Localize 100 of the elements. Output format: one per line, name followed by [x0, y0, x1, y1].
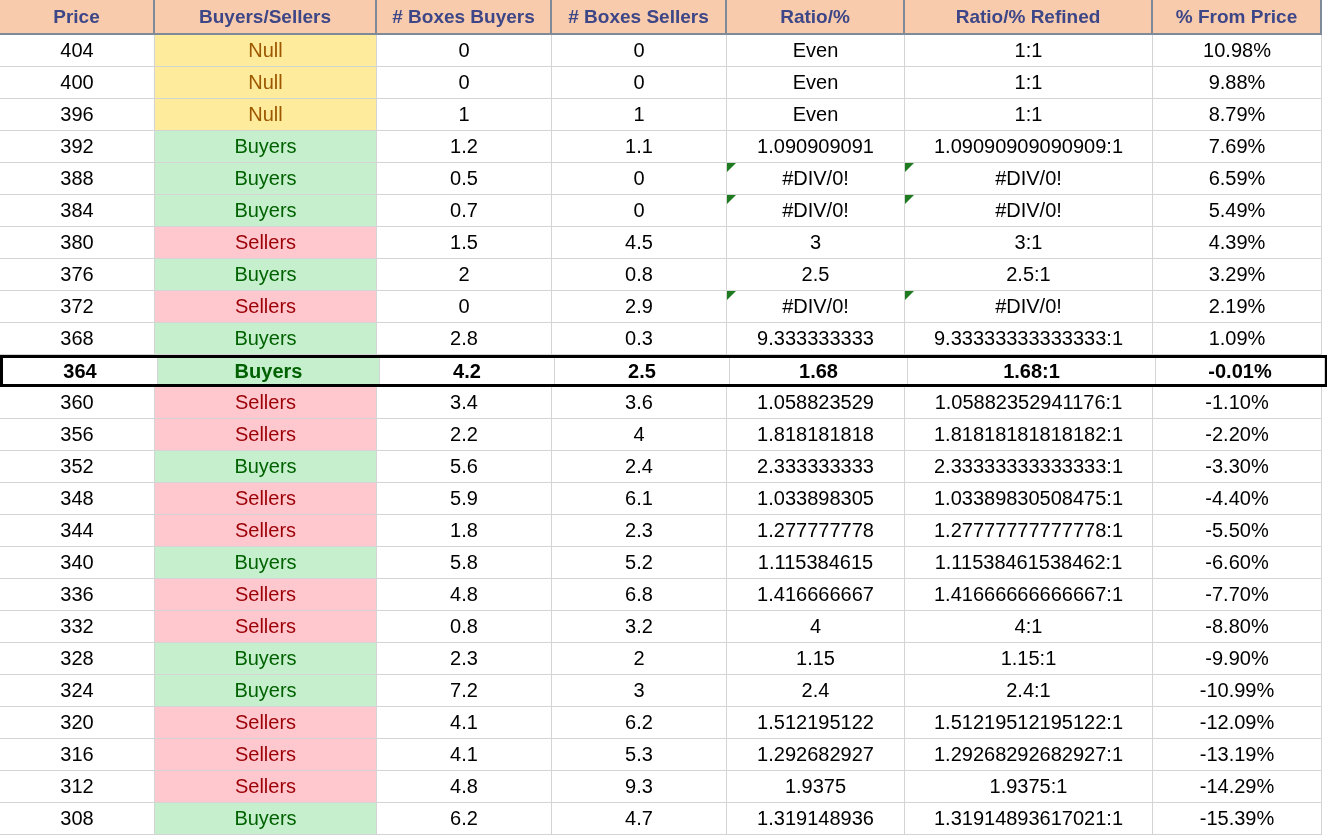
table-cell: 1.8	[377, 515, 552, 546]
table-cell: 1.68:1	[908, 358, 1156, 384]
table-cell: #DIV/0!	[905, 195, 1153, 226]
table-cell: Buyers	[158, 358, 380, 384]
table-cell: -7.70%	[1153, 579, 1322, 610]
table-cell: 1.09090909090909:1	[905, 131, 1153, 162]
table-cell: 1.1	[552, 131, 727, 162]
table-cell: Sellers	[155, 611, 377, 642]
error-indicator-icon	[905, 195, 914, 204]
table-cell: 2.5	[555, 358, 730, 384]
table-cell: 5.2	[552, 547, 727, 578]
table-cell: 1.512195122	[727, 707, 905, 738]
table-cell: Buyers	[155, 675, 377, 706]
table-cell: 1.03389830508475:1	[905, 483, 1153, 514]
table-cell: Sellers	[155, 707, 377, 738]
table-cell: -10.99%	[1153, 675, 1322, 706]
table-cell: 0.5	[377, 163, 552, 194]
table-cell: 0	[552, 67, 727, 98]
table-cell: 1.81818181818182:1	[905, 419, 1153, 450]
table-cell: -13.19%	[1153, 739, 1322, 770]
table-cell: Sellers	[155, 291, 377, 322]
table-cell: 2.4	[552, 451, 727, 482]
table-cell: 7.2	[377, 675, 552, 706]
error-indicator-icon	[727, 163, 736, 172]
table-cell: 1.09%	[1153, 323, 1322, 354]
table-cell: 1.5	[377, 227, 552, 258]
table-cell: 1.9375:1	[905, 771, 1153, 802]
table-cell: -4.40%	[1153, 483, 1322, 514]
table-cell: Buyers	[155, 451, 377, 482]
table-cell: -6.60%	[1153, 547, 1322, 578]
table-cell: 1.319148936	[727, 803, 905, 834]
table-cell: 2.4	[727, 675, 905, 706]
table-cell: Even	[727, 67, 905, 98]
table-cell: -0.01%	[1156, 358, 1325, 384]
error-indicator-icon	[727, 195, 736, 204]
error-indicator-icon	[905, 291, 914, 300]
table-cell: 0.3	[552, 323, 727, 354]
table-cell: 2.3	[377, 643, 552, 674]
table-cell: 2.33333333333333:1	[905, 451, 1153, 482]
table-cell: 4.8	[377, 579, 552, 610]
table-cell: -12.09%	[1153, 707, 1322, 738]
table-cell: 9.33333333333333:1	[905, 323, 1153, 354]
table-cell: Buyers	[155, 547, 377, 578]
table-cell: 3	[552, 675, 727, 706]
table-cell: 7.69%	[1153, 131, 1322, 162]
table-cell: 9.88%	[1153, 67, 1322, 98]
table-cell: -1.10%	[1153, 387, 1322, 418]
table-cell: 0	[377, 35, 552, 66]
table-cell: 0	[552, 35, 727, 66]
table-cell: 1	[377, 99, 552, 130]
table-cell: Buyers	[155, 163, 377, 194]
table-cell: 4:1	[905, 611, 1153, 642]
table-cell: 2.4:1	[905, 675, 1153, 706]
column-header: Price	[0, 0, 155, 33]
table-cell: 2.2	[377, 419, 552, 450]
table-cell: 1:1	[905, 67, 1153, 98]
table-cell: 0.8	[377, 611, 552, 642]
table-cell: 1.2	[377, 131, 552, 162]
table-cell: 1:1	[905, 35, 1153, 66]
column-header: Ratio/%	[727, 0, 905, 33]
table-cell: 8.79%	[1153, 99, 1322, 130]
column-header: # Boxes Sellers	[552, 0, 727, 33]
table-cell: 9.333333333	[727, 323, 905, 354]
table-cell: 1.277777778	[727, 515, 905, 546]
table-cell: 2	[552, 643, 727, 674]
table-cell: 1:1	[905, 99, 1153, 130]
table-cell: 2.8	[377, 323, 552, 354]
table-cell: Sellers	[155, 387, 377, 418]
table-cell: Buyers	[155, 131, 377, 162]
table-cell: 1.51219512195122:1	[905, 707, 1153, 738]
table-cell: 4.8	[377, 771, 552, 802]
table-cell: 1.27777777777778:1	[905, 515, 1153, 546]
table-cell: Buyers	[155, 643, 377, 674]
table-cell: 9.3	[552, 771, 727, 802]
table-cell: 4	[552, 419, 727, 450]
table-cell: 1.11538461538462:1	[905, 547, 1153, 578]
table-cell: 2.3	[552, 515, 727, 546]
table-cell: Sellers	[155, 227, 377, 258]
table-cell: 1.416666667	[727, 579, 905, 610]
table-cell: 1.9375	[727, 771, 905, 802]
table-cell: -3.30%	[1153, 451, 1322, 482]
table-cell: 6.2	[552, 707, 727, 738]
column-header: Buyers/Sellers	[155, 0, 377, 33]
error-indicator-icon	[905, 163, 914, 172]
table-cell: Buyers	[155, 195, 377, 226]
table-cell: 1.15	[727, 643, 905, 674]
table-cell: 1.31914893617021:1	[905, 803, 1153, 834]
table-cell: 1.292682927	[727, 739, 905, 770]
table-cell: 6.8	[552, 579, 727, 610]
table-cell: 1.033898305	[727, 483, 905, 514]
error-indicator-icon	[727, 291, 736, 300]
table-cell: 1.090909091	[727, 131, 905, 162]
table-cell: 2	[377, 259, 552, 290]
table-cell: 1	[552, 99, 727, 130]
table-cell: 3.6	[552, 387, 727, 418]
table-cell: 2.333333333	[727, 451, 905, 482]
table-cell: 4.7	[552, 803, 727, 834]
table-cell: 4.39%	[1153, 227, 1322, 258]
table-cell: Even	[727, 35, 905, 66]
table-cell: 5.8	[377, 547, 552, 578]
